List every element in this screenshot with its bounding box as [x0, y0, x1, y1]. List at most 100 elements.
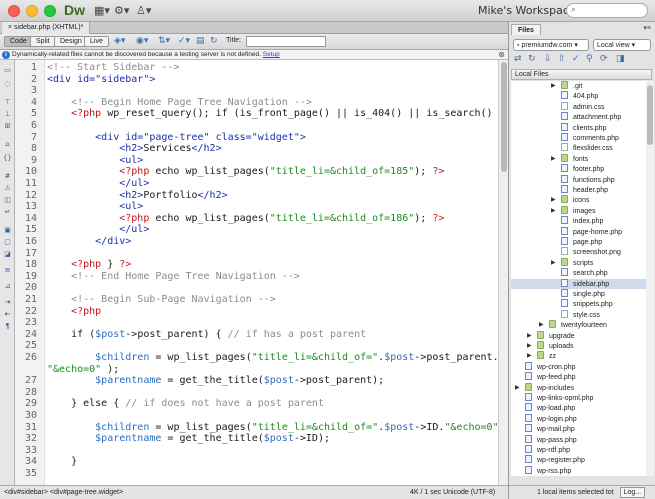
code-line[interactable]: <?php echo wp_list_pages("title_li=&chil… [47, 166, 444, 178]
code-line[interactable]: <h2>Services</h2> [47, 143, 221, 155]
code-line[interactable]: $children = wp_list_pages("title_li=&chi… [47, 352, 498, 364]
minimize-window-button[interactable] [26, 5, 38, 17]
preview-browser-icon[interactable]: ◉▾ [136, 36, 148, 46]
code-line[interactable]: <?php echo wp_list_pages("title_li=&chil… [47, 213, 444, 225]
log-button[interactable]: Log... [619, 487, 646, 498]
file-tree-item[interactable]: flexslider.css [511, 143, 646, 154]
expand-all-icon[interactable]: ⊞ [3, 122, 12, 130]
file-tree-item[interactable]: wp-links-opml.php [511, 393, 646, 404]
connect-icon[interactable]: ⇄ [514, 54, 522, 64]
check-in-icon[interactable]: ⚲ [586, 54, 593, 64]
tab-sidebar-php[interactable]: × sidebar.php (XHTML)* [2, 22, 91, 34]
refresh-icon[interactable]: ↻ [210, 36, 218, 46]
site-select[interactable]: ▪ premiumdw.com ▾ [513, 39, 589, 51]
check-out-icon[interactable]: ✓ [572, 54, 580, 64]
code-line[interactable]: <div id="page-tree" class="widget"> [47, 132, 306, 144]
code-line[interactable]: <ul> [47, 155, 143, 167]
file-tree-item[interactable]: clients.php [511, 122, 646, 134]
layout-menu-icon[interactable]: ▦▾ [94, 4, 110, 17]
multiscreen-icon[interactable]: ◈▾ [114, 36, 125, 46]
file-tree-item[interactable]: style.css [511, 309, 646, 321]
disclosure-triangle-icon[interactable]: ▶ [551, 258, 556, 269]
file-tree-item[interactable]: index.php [511, 216, 646, 227]
word-wrap-icon[interactable]: ↵ [3, 208, 12, 216]
refresh-icon[interactable]: ↻ [528, 54, 536, 64]
gear-menu-icon[interactable]: ⚙▾ [114, 4, 129, 17]
code-line[interactable]: } [47, 456, 77, 468]
file-tree-item[interactable]: ▶ scripts [511, 257, 646, 269]
wrap-tag-icon[interactable]: ◪ [3, 250, 12, 258]
code-line[interactable]: <!-- Begin Sub-Page Navigation --> [47, 294, 276, 306]
open-documents-icon[interactable]: ▭ [3, 66, 12, 74]
code-line[interactable]: $children = wp_list_pages("title_li=&chi… [47, 422, 498, 434]
code-line[interactable]: <!-- End Home Page Tree Navigation --> [47, 271, 300, 283]
zoom-window-button[interactable] [44, 5, 56, 17]
collapse-selection-icon[interactable]: ⊥ [3, 110, 12, 118]
file-tree-item[interactable]: ▶ .git [511, 81, 646, 92]
code-line[interactable]: <?php wp_reset_query(); if (is_front_pag… [47, 108, 498, 120]
code-editor[interactable]: <!-- Start Sidebar --> <div id="sidebar">… [45, 60, 498, 485]
file-tree-item[interactable]: functions.php [511, 174, 646, 186]
user-menu-icon[interactable]: ♙▾ [136, 4, 151, 17]
file-tree-item[interactable]: wp-pass.php [511, 434, 646, 446]
file-tree-item[interactable]: page.php [511, 237, 646, 248]
check-browser-icon[interactable]: ▤ [196, 36, 205, 46]
file-tree-item[interactable]: wp-login.php [511, 413, 646, 425]
file-tree-item[interactable]: wp-mail.php [511, 424, 646, 435]
file-tree-item[interactable]: ▶ twentyfourteen [511, 320, 646, 331]
collapse-tag-icon[interactable]: ⊤ [3, 98, 12, 106]
file-tree-item[interactable]: ▶ icons [511, 195, 646, 206]
format-source-icon[interactable]: ¶ [3, 322, 12, 330]
setup-link[interactable]: Setup [263, 51, 280, 58]
apply-comment-icon[interactable]: ▣ [3, 226, 12, 234]
code-line[interactable]: <!-- Begin Home Page Tree Navigation --> [47, 97, 312, 109]
validate-icon[interactable]: ✓▾ [178, 36, 190, 46]
file-tree-item[interactable]: admin.css [511, 101, 646, 113]
disclosure-triangle-icon[interactable]: ▶ [551, 154, 556, 165]
file-tree-item[interactable]: comments.php [511, 133, 646, 144]
code-line[interactable]: </ul> [47, 224, 149, 236]
file-tree-item[interactable]: ▶ images [511, 205, 646, 217]
code-line[interactable]: } else { // if does not have a post pare… [47, 398, 324, 410]
tag-selector[interactable]: <div#sidebar> <div#page-tree.widget> [4, 486, 123, 499]
file-tree-item[interactable]: ▶ uploads [511, 341, 646, 352]
code-line[interactable]: <ul> [47, 201, 143, 213]
code-view-button[interactable]: Code [4, 36, 33, 47]
code-line[interactable]: $parentname = get_the_title($post->ID); [47, 433, 330, 445]
file-tree-item[interactable]: ▶ upgrade [511, 330, 646, 342]
file-tree-item[interactable]: wp-register.php [511, 455, 646, 466]
recent-snippets-icon[interactable]: ≡ [3, 266, 12, 274]
disclosure-triangle-icon[interactable]: ▶ [527, 351, 532, 362]
file-tree-item[interactable]: search.php [511, 268, 646, 279]
code-line[interactable]: <h2>Portfolio</h2> [47, 190, 227, 202]
file-tree-item[interactable]: 404.php [511, 91, 646, 102]
live-view-button[interactable]: Live [84, 36, 109, 47]
tab-files[interactable]: Files [511, 24, 541, 35]
code-line[interactable]: <!-- Start Sidebar --> [47, 62, 179, 74]
disclosure-triangle-icon[interactable]: ▶ [527, 331, 532, 342]
disclosure-triangle-icon[interactable]: ▶ [551, 206, 556, 217]
split-view-button[interactable]: Split [30, 36, 56, 47]
scroll-thumb[interactable] [501, 62, 507, 172]
code-line[interactable]: <?php [47, 306, 101, 318]
file-tree-item[interactable]: sidebar.php [511, 278, 646, 290]
disclosure-triangle-icon[interactable]: ▶ [551, 81, 556, 92]
file-tree-item[interactable]: attachment.php [511, 112, 646, 123]
help-search-input[interactable]: ⌕ [566, 3, 648, 18]
file-tree-item[interactable]: ▶ wp-includes [511, 382, 646, 394]
outdent-code-icon[interactable]: ⇤ [3, 310, 12, 318]
code-line[interactable]: <div id="sidebar"> [47, 74, 155, 86]
file-tree-item[interactable]: wp-feed.php [511, 372, 646, 383]
view-select[interactable]: Local view ▾ [593, 39, 651, 51]
file-tree-item[interactable]: header.php [511, 185, 646, 196]
code-line[interactable]: if ($post->post_parent) { // if has a po… [47, 329, 366, 341]
design-view-button[interactable]: Design [54, 36, 88, 47]
highlight-invalid-icon[interactable]: ⚠ [3, 184, 12, 192]
get-files-icon[interactable]: ⇩ [544, 54, 552, 64]
file-tree-item[interactable]: wp-load.php [511, 403, 646, 414]
code-line[interactable]: $parentname = get_the_title($post->post_… [47, 375, 384, 387]
line-numbers-icon[interactable]: # [3, 172, 12, 180]
close-window-button[interactable] [8, 5, 20, 17]
disclosure-triangle-icon[interactable]: ▶ [539, 320, 544, 331]
put-files-icon[interactable]: ⇧ [558, 54, 566, 64]
